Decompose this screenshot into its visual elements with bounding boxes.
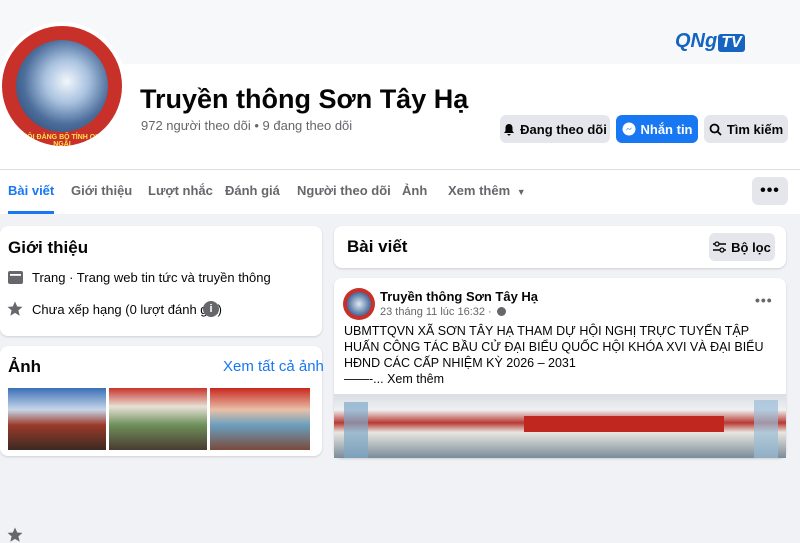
avatar-image bbox=[16, 40, 108, 132]
photos-title: Ảnh bbox=[8, 357, 42, 376]
page-avatar[interactable]: ĐẠI HỘI ĐẢNG BỘ TỈNH QUẢNG NGÃI bbox=[0, 22, 126, 150]
rating-star-icon bbox=[7, 301, 23, 316]
posts-title: Bài viết bbox=[347, 237, 408, 256]
post-body: UBMTTQVN XÃ SƠN TÂY HẠ THAM DỰ HỘI NGHỊ … bbox=[344, 323, 784, 387]
page-category-icon bbox=[8, 271, 23, 284]
bell-icon bbox=[504, 123, 515, 135]
message-button[interactable]: Nhắn tin bbox=[616, 115, 698, 143]
post-author-avatar[interactable] bbox=[343, 288, 375, 320]
posts-header-card: Bài viết Bộ lọc bbox=[334, 226, 786, 268]
see-all-photos-link[interactable]: Xem tất cả ảnh bbox=[223, 358, 324, 375]
post-dash: ——-... bbox=[344, 372, 384, 386]
intro-title: Giới thiệu bbox=[8, 238, 89, 257]
tab-photos[interactable]: Ảnh bbox=[402, 170, 427, 214]
search-label: Tìm kiếm bbox=[726, 121, 784, 137]
post-image[interactable] bbox=[334, 394, 786, 458]
tab-followers[interactable]: Người theo dõi bbox=[297, 170, 391, 214]
post-time[interactable]: 23 tháng 11 lúc 16:32 · bbox=[380, 306, 506, 318]
photo-thumbnail[interactable] bbox=[109, 388, 207, 450]
star-icon bbox=[7, 527, 23, 542]
filter-button[interactable]: Bộ lọc bbox=[709, 233, 775, 261]
search-button[interactable]: Tìm kiếm bbox=[704, 115, 788, 143]
post-author[interactable]: Truyền thông Sơn Tây Hạ bbox=[380, 289, 538, 304]
tab-more[interactable]: Xem thêm ▼ bbox=[448, 170, 526, 214]
page-header: ĐẠI HỘI ĐẢNG BỘ TỈNH QUẢNG NGÃI QNg TV Tr… bbox=[0, 0, 800, 214]
globe-icon bbox=[496, 307, 506, 316]
tab-more-label: Xem thêm bbox=[448, 183, 511, 198]
tab-posts[interactable]: Bài viết bbox=[8, 170, 55, 214]
tab-about[interactable]: Giới thiệu bbox=[71, 170, 132, 214]
intro-card: Giới thiệu Trang · Trang web tin tức và … bbox=[0, 226, 322, 542]
following-label: Đang theo dõi bbox=[520, 121, 607, 137]
post-text: UBMTTQVN XÃ SƠN TÂY HẠ THAM DỰ HỘI NGHỊ … bbox=[344, 324, 764, 370]
messenger-icon bbox=[622, 122, 635, 136]
caret-down-icon: ▼ bbox=[516, 187, 526, 197]
following-button[interactable]: Đang theo dõi bbox=[500, 115, 610, 143]
more-options-button[interactable]: ••• bbox=[752, 177, 788, 205]
filter-label: Bộ lọc bbox=[731, 239, 771, 255]
intro-rating: Chưa xếp hạng (0 lượt đánh giá) bbox=[32, 302, 222, 317]
intro-category: Trang · Trang web tin tức và truyền thôn… bbox=[32, 270, 271, 285]
avatar-caption: ĐẠI HỘI ĐẢNG BỘ TỈNH QUẢNG NGÃI bbox=[8, 134, 116, 148]
filter-icon bbox=[713, 241, 727, 253]
see-more-link[interactable]: Xem thêm bbox=[387, 372, 444, 386]
tab-mentions[interactable]: Lượt nhắc bbox=[148, 170, 213, 214]
qngtv-logo: QNg TV bbox=[675, 30, 745, 53]
page-title: Truyền thông Sơn Tây Hạ bbox=[140, 84, 469, 114]
search-icon bbox=[709, 123, 722, 136]
post-options-button[interactable]: ••• bbox=[755, 292, 773, 308]
info-icon[interactable]: i bbox=[203, 301, 219, 317]
follow-stats[interactable]: 972 người theo dõi • 9 đang theo dõi bbox=[141, 118, 352, 133]
tab-reviews[interactable]: Đánh giá bbox=[225, 170, 280, 214]
page-tabs: Bài viết Giới thiệu Lượt nhắc Đánh giá N… bbox=[0, 170, 800, 214]
message-label: Nhắn tin bbox=[640, 121, 693, 137]
photo-thumbnail[interactable] bbox=[8, 388, 106, 450]
photo-thumbnail[interactable] bbox=[210, 388, 310, 450]
